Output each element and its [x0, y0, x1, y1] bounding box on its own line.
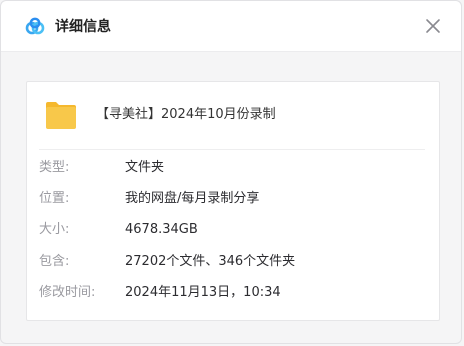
detail-value: 文件夹 — [125, 160, 165, 175]
folder-icon — [46, 102, 76, 129]
dialog-header: 详细信息 — [1, 1, 461, 52]
detail-label: 类型: — [39, 160, 70, 175]
detail-row-modified: 修改时间: 2024年11月13日，10:34 — [39, 283, 427, 303]
detail-value: 27202个文件、346个文件夹 — [125, 254, 296, 269]
dialog-title: 详细信息 — [55, 19, 111, 35]
detail-value: 我的网盘/每月录制分享 — [125, 191, 260, 206]
detail-value: 2024年11月13日，10:34 — [125, 285, 281, 300]
detail-row-location: 位置: 我的网盘/每月录制分享 — [39, 189, 427, 209]
close-icon[interactable] — [425, 18, 441, 34]
details-dialog: 详细信息 【寻美社】2024年10月份录制 类型: 文件夹 位置: 我的网盘/每… — [0, 0, 462, 344]
detail-row-size: 大小: 4678.34GB — [39, 220, 427, 240]
detail-label: 修改时间: — [39, 285, 96, 300]
detail-label: 位置: — [39, 191, 70, 206]
detail-row-type: 类型: 文件夹 — [39, 158, 427, 178]
baidu-netdisk-logo-icon — [25, 17, 45, 35]
file-name: 【寻美社】2024年10月份录制 — [96, 107, 276, 122]
file-info-card: 【寻美社】2024年10月份录制 类型: 文件夹 位置: 我的网盘/每月录制分享… — [26, 81, 440, 321]
detail-label: 大小: — [39, 222, 70, 237]
detail-value: 4678.34GB — [125, 222, 198, 237]
divider — [39, 149, 425, 150]
detail-label: 包含: — [39, 254, 70, 269]
detail-row-contains: 包含: 27202个文件、346个文件夹 — [39, 252, 427, 272]
